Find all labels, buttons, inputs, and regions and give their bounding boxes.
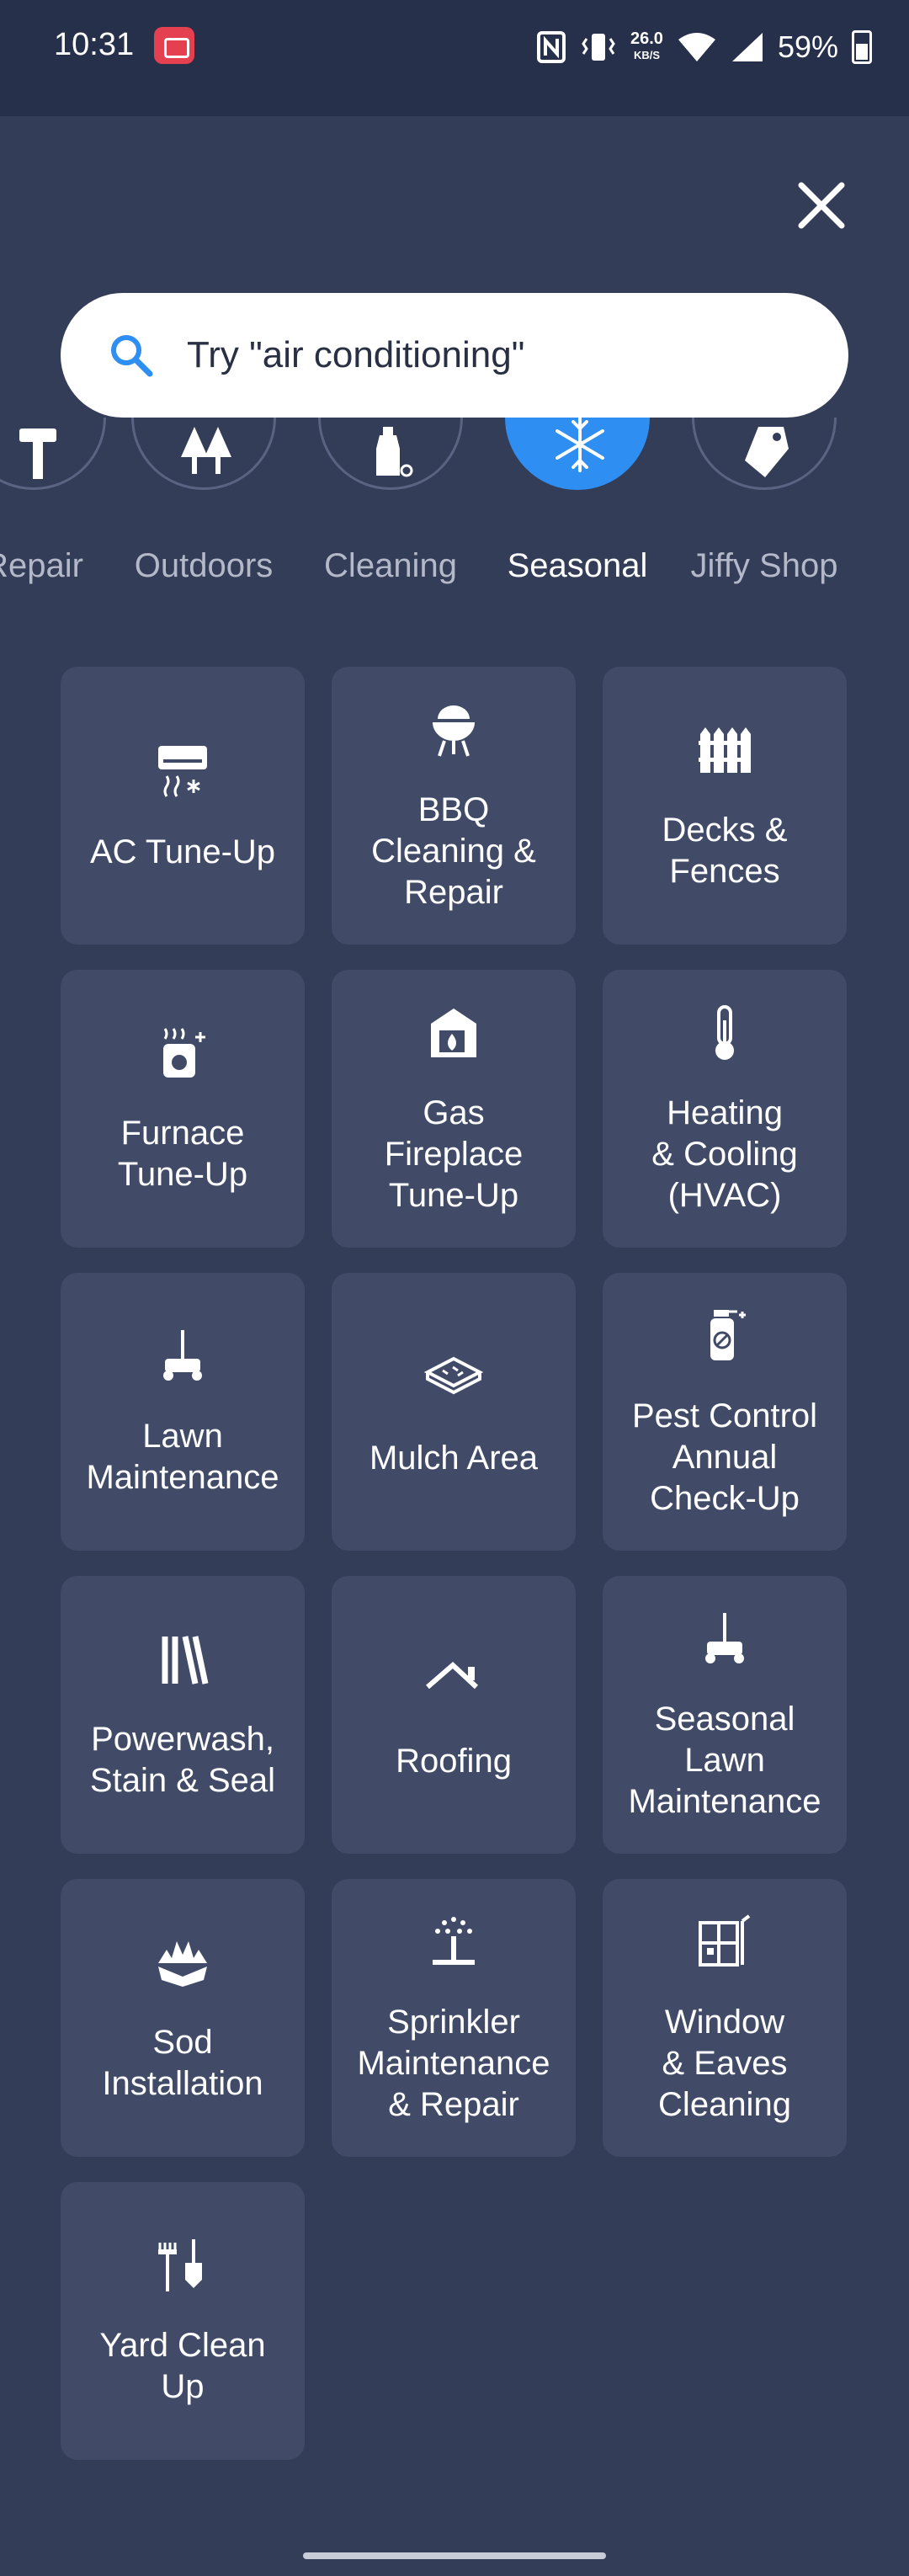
category-label: Jiffy Shop xyxy=(690,547,838,584)
sod-icon xyxy=(158,1941,207,1987)
search-icon xyxy=(111,335,153,377)
category-row[interactable]: Repair Outdoors Cleaning xyxy=(0,418,909,603)
category-cleaning[interactable]: Cleaning xyxy=(298,418,483,594)
battery-icon xyxy=(852,30,872,64)
pest-spray-icon xyxy=(710,1310,746,1360)
vibrate-icon xyxy=(582,34,615,61)
status-bar: 10:31 26.0 KB/S 59% xyxy=(0,0,909,116)
service-tile-label: Sod Installation xyxy=(102,2024,263,2102)
cleaning-bottle-icon xyxy=(376,427,413,477)
category-outdoors[interactable]: Outdoors xyxy=(111,418,296,594)
search-bar[interactable] xyxy=(61,293,848,418)
close-icon xyxy=(798,182,845,229)
mulch-icon xyxy=(424,1356,483,1395)
lawn-mower-icon xyxy=(705,1613,744,1663)
powerwash-icon xyxy=(162,1636,209,1685)
bbq-grill-icon xyxy=(433,705,475,757)
service-tile-roofing[interactable]: Roofing xyxy=(332,1576,576,1854)
thermometer-icon xyxy=(715,1005,734,1060)
service-tile-lawn-maintenance[interactable]: Lawn Maintenance xyxy=(61,1273,305,1551)
service-tile-label: Gas Fireplace Tune-Up xyxy=(384,1094,524,1214)
category-circle xyxy=(131,418,276,490)
hammer-icon xyxy=(19,428,56,479)
service-tile-window-eaves[interactable]: Window & Eaves Cleaning xyxy=(603,1879,847,2157)
service-tile-label: Roofing xyxy=(396,1743,512,1780)
category-label: Cleaning xyxy=(324,547,457,584)
service-tile-hvac[interactable]: Heating & Cooling (HVAC) xyxy=(603,970,847,1248)
category-circle xyxy=(0,418,106,490)
status-icons: 26.0 KB/S 59% xyxy=(536,24,872,71)
net-speed-unit: KB/S xyxy=(633,49,660,61)
category-label: Outdoors xyxy=(134,547,274,584)
service-tile-label: Heating & Cooling (HVAC) xyxy=(651,1094,798,1214)
search-input[interactable] xyxy=(187,293,810,418)
tag-icon xyxy=(745,427,789,477)
category-circle xyxy=(505,418,650,490)
category-label: Seasonal xyxy=(507,547,648,584)
signal-icon xyxy=(731,33,763,61)
service-tile-label: Lawn Maintenance xyxy=(86,1418,279,1496)
roof-icon xyxy=(426,1661,479,1690)
service-tile-yard-clean-up[interactable]: Yard Clean Up xyxy=(61,2182,305,2460)
service-tile-label: Sprinkler Maintenance & Repair xyxy=(357,2004,550,2123)
screen-record-icon xyxy=(154,27,194,64)
service-tile-mulch-area[interactable]: Mulch Area xyxy=(332,1273,576,1551)
service-tile-pest-control[interactable]: Pest Control Annual Check-Up xyxy=(603,1273,847,1551)
service-tile-label: BBQ Cleaning & Repair xyxy=(371,791,536,911)
service-tile-label: Yard Clean Up xyxy=(99,2327,266,2405)
trees-icon xyxy=(181,427,231,474)
service-tile-powerwash[interactable]: Powerwash, Stain & Seal xyxy=(61,1576,305,1854)
battery-percent: 59% xyxy=(777,29,838,64)
category-circle xyxy=(692,418,837,490)
fireplace-icon xyxy=(431,1009,476,1057)
service-tile-label: Mulch Area xyxy=(369,1440,539,1477)
furnace-icon xyxy=(163,1028,205,1078)
service-tile-decks-fences[interactable]: Decks & Fences xyxy=(603,667,847,945)
sprinkler-icon xyxy=(433,1917,475,1965)
category-seasonal[interactable]: Seasonal xyxy=(485,418,670,594)
service-tile-label: Window & Eaves Cleaning xyxy=(658,2004,791,2123)
service-tile-sprinkler[interactable]: Sprinkler Maintenance & Repair xyxy=(332,1879,576,2157)
close-button[interactable] xyxy=(795,178,848,232)
service-tile-sod-installation[interactable]: Sod Installation xyxy=(61,1879,305,2157)
service-tile-seasonal-lawn[interactable]: Seasonal Lawn Maintenance xyxy=(603,1576,847,1854)
service-tile-gas-fireplace[interactable]: Gas Fireplace Tune-Up xyxy=(332,970,576,1248)
ac-unit-icon xyxy=(158,746,207,797)
snowflake-icon xyxy=(556,418,604,472)
fence-icon xyxy=(699,727,751,773)
home-indicator[interactable] xyxy=(303,2552,606,2559)
service-tile-ac-tune-up[interactable]: AC Tune-Up xyxy=(61,667,305,945)
window-cleaning-icon xyxy=(699,1914,751,1967)
service-tile-label: Powerwash, Stain & Seal xyxy=(89,1721,276,1799)
category-circle xyxy=(318,418,463,490)
net-speed-value: 26.0 xyxy=(630,29,663,48)
category-jiffy-shop[interactable]: Jiffy Shop xyxy=(672,418,857,594)
service-tile-label: Decks & Fences xyxy=(662,812,788,890)
status-time: 10:31 xyxy=(54,27,135,62)
lawn-mower-icon xyxy=(163,1330,202,1381)
service-tile-label: AC Tune-Up xyxy=(89,833,276,870)
nfc-icon xyxy=(537,31,566,63)
wifi-icon xyxy=(678,33,715,61)
service-tile-label: Seasonal Lawn Maintenance xyxy=(628,1700,821,1820)
net-speed: 26.0 KB/S xyxy=(630,30,663,64)
service-tile-furnace[interactable]: Furnace Tune-Up xyxy=(61,970,305,1248)
service-tile-label: Pest Control Annual Check-Up xyxy=(631,1397,818,1517)
rake-icon xyxy=(158,2239,202,2291)
service-tile-bbq[interactable]: BBQ Cleaning & Repair xyxy=(332,667,576,945)
service-tile-label: Furnace Tune-Up xyxy=(117,1115,248,1193)
